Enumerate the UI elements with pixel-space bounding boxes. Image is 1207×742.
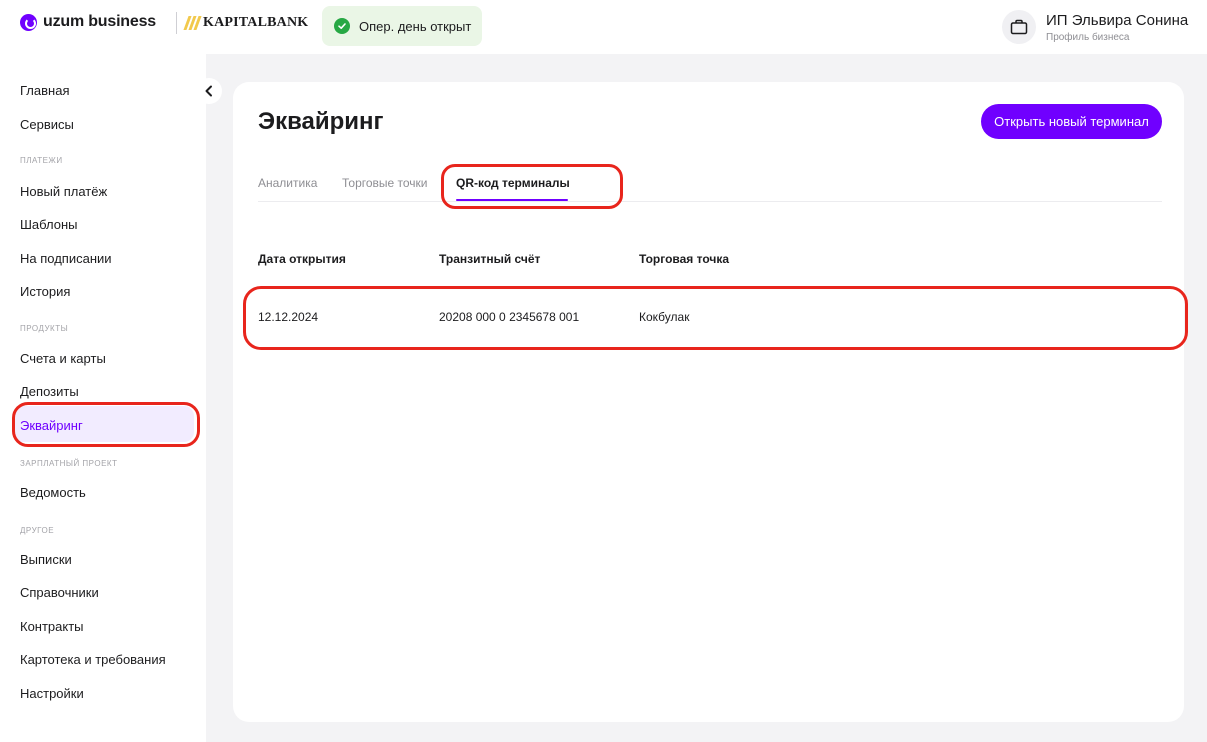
- check-circle-icon: [334, 18, 350, 34]
- column-header-open-date: Дата открытия: [258, 252, 346, 266]
- active-tab-indicator: [456, 199, 568, 201]
- profile-button[interactable]: [1002, 10, 1036, 44]
- sidebar-item-accounts-cards[interactable]: Счета и карты: [20, 351, 106, 366]
- profile-subtitle: Профиль бизнеса: [1046, 32, 1130, 43]
- sidebar-collapse-button[interactable]: [196, 78, 222, 104]
- tab-analytics[interactable]: Аналитика: [258, 176, 317, 190]
- cell-open-date: 12.12.2024: [258, 310, 319, 324]
- sidebar-item-new-payment[interactable]: Новый платёж: [20, 184, 107, 199]
- sidebar-section-salary: ЗАРПЛАТНЫЙ ПРОЕКТ: [20, 459, 118, 468]
- sidebar-section-other: ДРУГОЕ: [20, 526, 55, 535]
- sidebar-item-history[interactable]: История: [20, 284, 70, 299]
- tabs-divider: [258, 201, 1162, 202]
- open-new-terminal-button[interactable]: Открыть новый терминал: [981, 104, 1162, 139]
- sidebar-item-statement-sheet[interactable]: Ведомость: [20, 485, 86, 500]
- briefcase-icon: [1010, 19, 1028, 35]
- tab-qr-terminals[interactable]: QR-код терминалы: [456, 176, 570, 190]
- sidebar-item-services[interactable]: Сервисы: [20, 117, 74, 132]
- top-header: uzum business KAPITALBANK Опер. день отк…: [0, 0, 1207, 54]
- tab-trade-points[interactable]: Торговые точки: [342, 176, 428, 190]
- column-header-transit-account: Транзитный счёт: [439, 252, 541, 266]
- sidebar-item-contracts[interactable]: Контракты: [20, 619, 84, 634]
- cell-trade-point: Кокбулак: [639, 310, 690, 324]
- sidebar-item-extracts[interactable]: Выписки: [20, 552, 72, 567]
- uzum-business-logo[interactable]: uzum business: [20, 13, 156, 31]
- sidebar-item-directories[interactable]: Справочники: [20, 585, 99, 600]
- logo-divider: [176, 12, 177, 34]
- sidebar-item-settings[interactable]: Настройки: [20, 686, 84, 701]
- sidebar-section-payments: ПЛАТЕЖИ: [20, 156, 63, 165]
- sidebar-item-signing[interactable]: На подписании: [20, 251, 112, 266]
- kapitalbank-logo: KAPITALBANK: [183, 15, 309, 31]
- kapitalbank-logo-icon: [183, 16, 202, 30]
- sidebar-item-home[interactable]: Главная: [20, 83, 69, 98]
- column-header-trade-point: Торговая точка: [639, 252, 730, 266]
- page-title: Эквайринг: [258, 108, 384, 135]
- kapitalbank-logo-text: KAPITALBANK: [203, 15, 309, 30]
- sidebar-section-products: ПРОДУКТЫ: [20, 324, 69, 333]
- uzum-logo-text: uzum business: [43, 13, 156, 30]
- uzum-logo-icon: [20, 13, 37, 31]
- sidebar-item-deposits[interactable]: Депозиты: [20, 384, 79, 399]
- sidebar-item-acquiring[interactable]: Эквайринг: [20, 418, 83, 433]
- sidebar-item-card-index[interactable]: Картотека и требования: [20, 652, 166, 667]
- cell-transit-account: 20208 000 0 2345678 001: [439, 310, 580, 324]
- sidebar-item-templates[interactable]: Шаблоны: [20, 217, 78, 232]
- chevron-left-icon: [205, 85, 212, 97]
- profile-name[interactable]: ИП Эльвира Сонина: [1046, 12, 1188, 29]
- operating-day-status: Опер. день открыт: [322, 6, 482, 46]
- status-text: Опер. день открыт: [359, 18, 472, 34]
